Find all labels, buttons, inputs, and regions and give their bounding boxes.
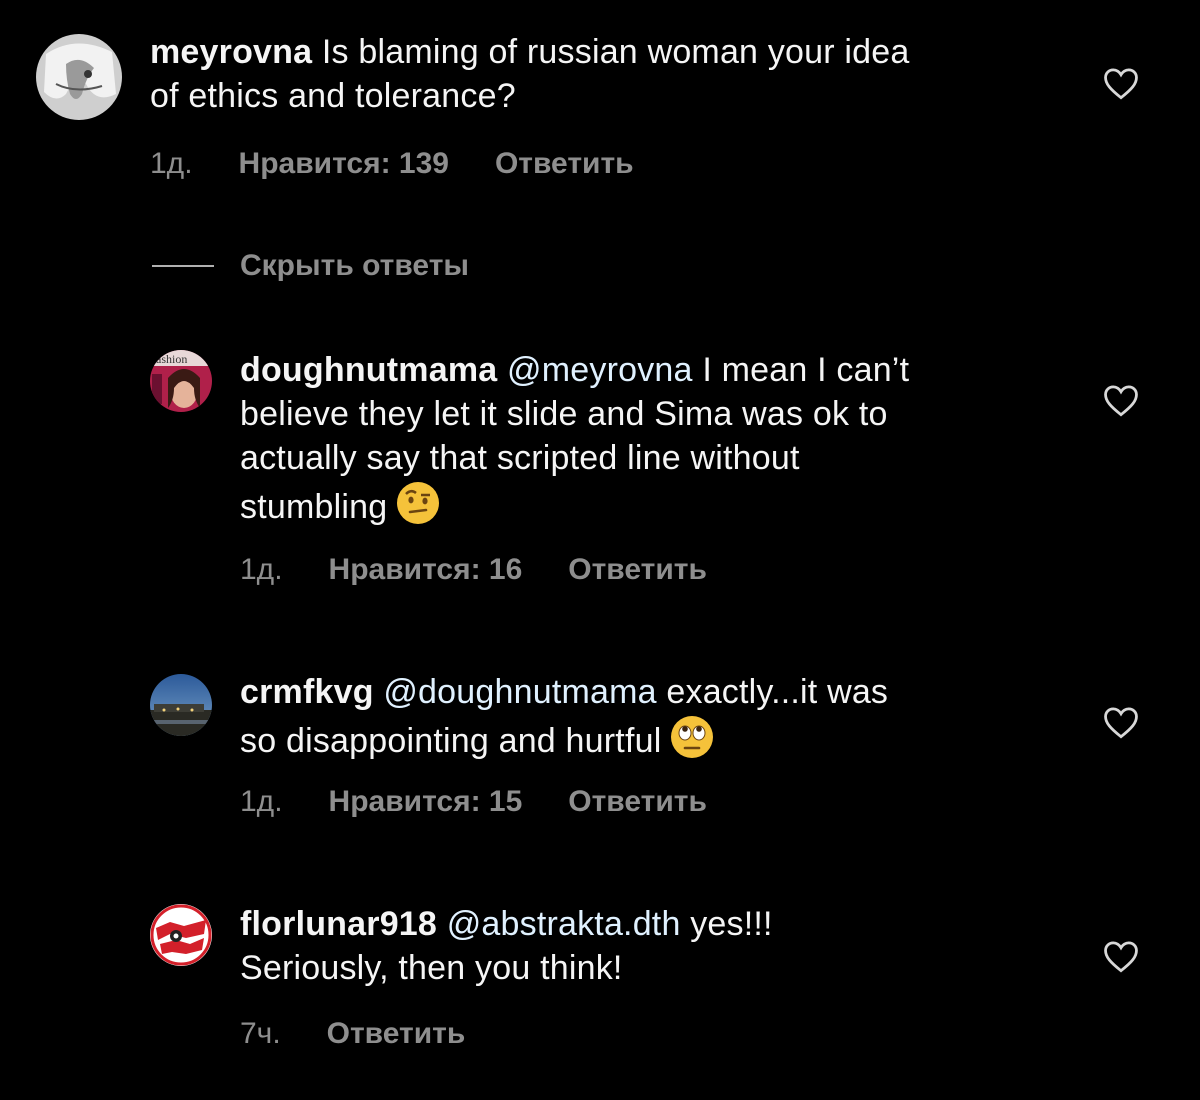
comment-text: Seriously, then you think! [240, 949, 623, 987]
comment-time: 1д. [150, 147, 193, 180]
likes-count[interactable]: Нравится: 15 [329, 784, 523, 820]
comment-text: Is blaming of russian woman your idea [321, 33, 910, 71]
eye-roll-emoji-icon [669, 714, 715, 760]
comment-mention[interactable]: @abstrakta.dth [447, 905, 681, 943]
comment-mention[interactable]: @meyrovna [507, 351, 693, 389]
divider-line [152, 265, 214, 267]
heart-icon[interactable] [1102, 705, 1140, 739]
hide-replies-label: Скрыть ответы [240, 249, 470, 282]
comment-text: I mean I can’t [702, 351, 910, 389]
comment-time: 1д. [240, 785, 283, 818]
svg-text:ashion: ashion [156, 352, 187, 366]
reply-button[interactable]: Ответить [568, 784, 707, 820]
reply-button[interactable]: Ответить [495, 146, 634, 182]
avatar-florlunar918[interactable] [150, 904, 212, 966]
comment-time: 1д. [240, 553, 283, 586]
reply-button[interactable]: Ответить [568, 552, 707, 588]
comment-time: 7ч. [240, 1017, 281, 1050]
comment-text: stumbling [240, 488, 388, 526]
comment-text: believe they let it slide and Sima was o… [240, 395, 888, 433]
likes-count[interactable]: Нравится: 16 [329, 552, 523, 588]
comment-username[interactable]: doughnutmama [240, 351, 497, 389]
comment-username[interactable]: meyrovna [150, 33, 312, 71]
avatar-doughnutmama[interactable]: ashion [150, 350, 212, 412]
comment-username[interactable]: crmfkvg [240, 673, 374, 711]
likes-count[interactable]: Нравится: 139 [239, 146, 449, 182]
reply-button[interactable]: Ответить [327, 1016, 466, 1052]
comment-mention[interactable]: @doughnutmama [383, 673, 656, 711]
comment-text: so disappointing and hurtful [240, 722, 662, 760]
heart-icon[interactable] [1102, 939, 1140, 973]
comment-text: actually say that scripted line without [240, 439, 800, 477]
avatar-meyrovna[interactable] [36, 34, 122, 120]
avatar-crmfkvg[interactable] [150, 674, 212, 736]
heart-icon[interactable] [1102, 66, 1140, 100]
comment-text: exactly...it was [666, 673, 889, 711]
comment-text: of ethics and tolerance? [150, 77, 516, 115]
comment-username[interactable]: florlunar918 [240, 905, 437, 943]
comment-text: yes!!! [690, 905, 773, 943]
heart-icon[interactable] [1102, 383, 1140, 417]
raised-eyebrow-emoji-icon [395, 480, 441, 526]
hide-replies-button[interactable]: Скрыть ответы [152, 246, 469, 286]
